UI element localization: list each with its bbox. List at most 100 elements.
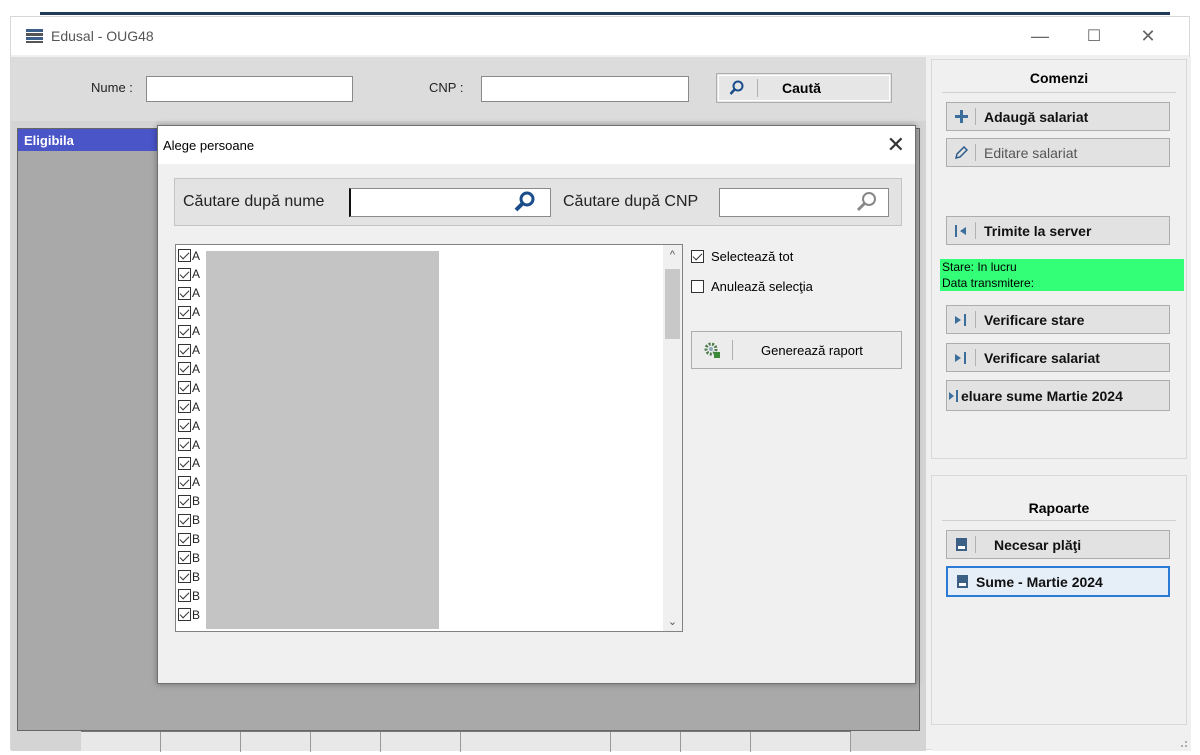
window-title: Edusal - OUG48	[51, 28, 154, 44]
minimize-button[interactable]: —	[1017, 21, 1063, 51]
list-item-checkbox[interactable]	[178, 419, 191, 433]
choose-persons-dialog: Alege persoane ✕ Căutare după nume Căuta…	[157, 125, 916, 684]
close-button[interactable]: ✕	[1125, 21, 1171, 51]
scroll-up-icon[interactable]: ^	[663, 245, 682, 264]
grid-cell	[681, 732, 751, 752]
list-item-checkbox[interactable]	[178, 494, 191, 508]
add-employee-button[interactable]: Adaugă salariat	[946, 102, 1170, 131]
cnp-input[interactable]	[481, 76, 689, 102]
list-item-label: B	[192, 513, 201, 528]
button-separator	[975, 536, 976, 553]
tab-eligibila[interactable]: Eligibila	[18, 129, 158, 151]
sums-march-2024-label: Sume - Martie 2024	[976, 573, 1103, 590]
edit-employee-label: Editare salariat	[984, 144, 1078, 161]
button-separator	[975, 349, 976, 366]
list-item-label: B	[192, 550, 201, 565]
grid-cell	[611, 732, 681, 752]
list-item-label: A	[192, 380, 201, 395]
persons-checklist[interactable]: AAAAAAAAAAAAABBBBBBB ^ ⌄	[175, 244, 683, 632]
generate-report-label: Generează raport	[761, 342, 863, 358]
send-to-server-icon	[947, 224, 975, 237]
clear-selection-checkbox[interactable]: Anulează selecţia	[691, 279, 813, 294]
list-item-label: A	[192, 437, 201, 452]
dialog-search-group: Căutare după nume Căutare după CNP	[174, 178, 902, 226]
dialog-title-bar: Alege persoane ✕	[158, 126, 915, 164]
list-item-checkbox[interactable]	[178, 475, 191, 489]
send-to-server-label: Trimite la server	[984, 222, 1092, 239]
list-item-checkbox[interactable]	[178, 249, 191, 262]
scroll-thumb[interactable]	[665, 269, 680, 339]
list-item-checkbox[interactable]	[178, 362, 191, 376]
gear-report-icon	[692, 341, 732, 359]
list-item-checkbox[interactable]	[178, 513, 191, 527]
dialog-close-button[interactable]: ✕	[887, 132, 905, 158]
commands-title: Comenzi	[1029, 70, 1089, 86]
list-item-checkbox[interactable]	[178, 381, 191, 395]
check-employee-button[interactable]: Verificare salariat	[946, 343, 1170, 372]
check-employee-icon	[947, 351, 975, 364]
edit-employee-button[interactable]: Editare salariat	[946, 138, 1170, 167]
sums-march-2024-button[interactable]: Sume - Martie 2024	[946, 566, 1170, 597]
button-separator	[975, 144, 976, 161]
search-by-name-label: Căutare după nume	[183, 193, 325, 210]
list-item-label: B	[192, 494, 201, 509]
required-payments-button[interactable]: Necesar plăţi	[946, 530, 1170, 559]
button-separator	[757, 79, 758, 97]
button-separator	[732, 340, 733, 360]
right-panel: Comenzi Adaugă salariat Editare salariat…	[931, 57, 1191, 751]
generate-report-button[interactable]: Generează raport	[691, 331, 902, 369]
select-all-checkbox[interactable]: Selectează tot	[691, 249, 793, 264]
list-item-label: A	[192, 475, 201, 490]
clear-selection-box[interactable]	[691, 280, 704, 293]
report-icon	[948, 575, 976, 588]
pencil-icon	[947, 145, 975, 160]
list-item-label: A	[192, 418, 201, 433]
list-item-label: A	[192, 343, 201, 357]
list-item-label: B	[192, 607, 201, 622]
search-button-label: Caută	[782, 80, 821, 96]
list-item-checkbox[interactable]	[178, 551, 191, 565]
scroll-down-icon[interactable]: ⌄	[663, 612, 682, 631]
list-item-checkbox[interactable]	[178, 589, 191, 603]
list-item-checkbox[interactable]	[178, 343, 191, 357]
import-sums-button[interactable]: eluare sume Martie 2024	[946, 380, 1170, 411]
list-item-label: A	[192, 248, 201, 263]
grid-bottom-row	[81, 731, 851, 752]
grid-cell	[81, 732, 161, 752]
search-button[interactable]: Caută	[716, 73, 892, 103]
list-item-checkbox[interactable]	[178, 305, 191, 319]
name-input[interactable]	[146, 76, 353, 102]
list-item-label: A	[192, 267, 201, 282]
list-item-label: A	[192, 305, 201, 320]
list-item-checkbox[interactable]	[178, 456, 191, 470]
list-item-checkbox[interactable]	[178, 570, 191, 584]
grid-cell	[381, 732, 461, 752]
list-item-checkbox[interactable]	[178, 438, 191, 451]
list-item-label: A	[192, 324, 201, 339]
send-to-server-button[interactable]: Trimite la server	[946, 216, 1170, 245]
title-bar: Edusal - OUG48 — ☐ ✕	[11, 17, 1189, 55]
list-item-checkbox[interactable]	[178, 532, 191, 546]
list-item-label: A	[192, 456, 201, 471]
grid-cell	[241, 732, 311, 752]
select-all-box[interactable]	[691, 250, 704, 263]
search-name-magnifier-icon[interactable]	[513, 190, 537, 214]
button-separator	[975, 108, 976, 125]
magnifier-icon	[717, 80, 757, 96]
list-item-checkbox[interactable]	[178, 324, 191, 338]
list-item-checkbox[interactable]	[178, 400, 191, 414]
list-item-checkbox[interactable]	[178, 286, 191, 300]
list-item-checkbox[interactable]	[178, 267, 191, 281]
resize-grip-icon[interactable]	[1178, 738, 1188, 748]
reports-title: Rapoarte	[1028, 500, 1090, 516]
check-status-button[interactable]: Verificare stare	[946, 305, 1170, 334]
maximize-button[interactable]: ☐	[1071, 21, 1117, 51]
plus-icon	[947, 110, 975, 123]
button-separator	[975, 222, 976, 239]
add-employee-label: Adaugă salariat	[984, 108, 1089, 125]
check-status-icon	[947, 313, 975, 326]
list-scrollbar[interactable]: ^ ⌄	[663, 245, 682, 631]
select-all-label: Selectează tot	[711, 249, 794, 264]
search-cnp-magnifier-icon[interactable]	[855, 190, 879, 214]
list-item-checkbox[interactable]	[178, 608, 191, 622]
